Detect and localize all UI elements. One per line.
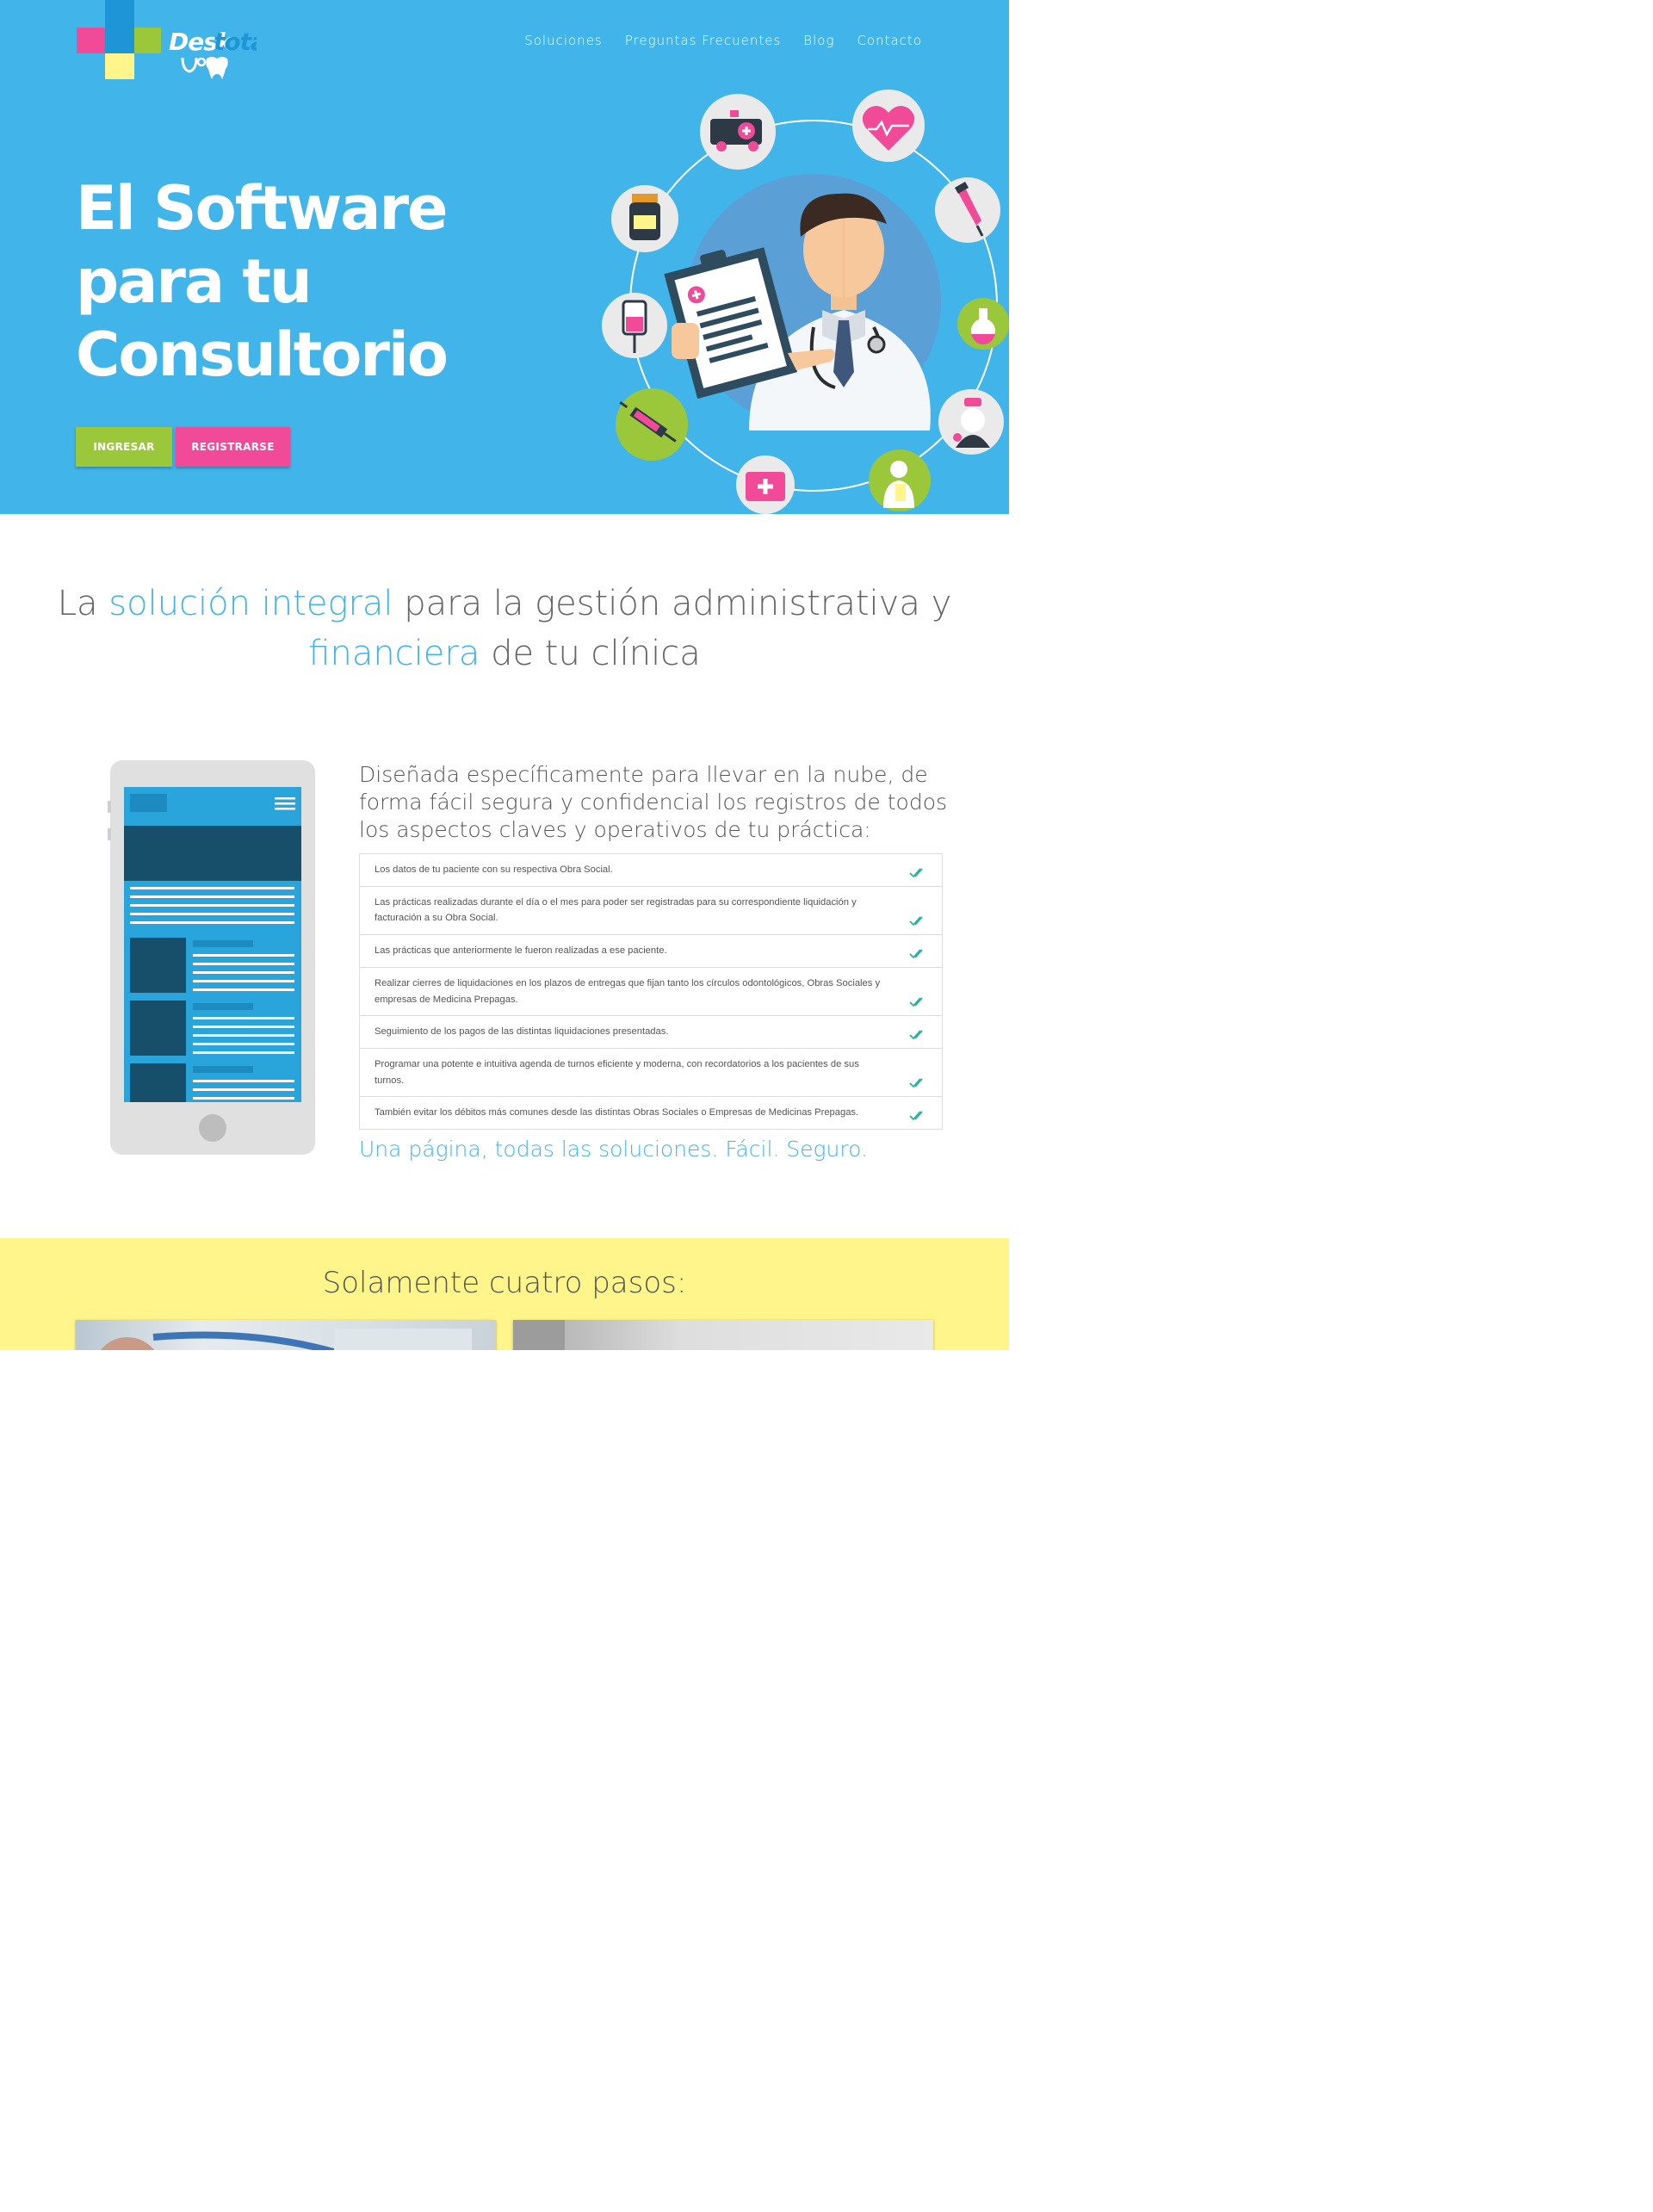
double-check-icon <box>909 1030 923 1040</box>
doctor-illustration <box>602 90 1009 514</box>
pill-bottle-icon <box>611 185 678 252</box>
registrarse-button[interactable]: REGISTRARSE <box>176 427 290 467</box>
features-heading: Diseñada específicamente para llevar en … <box>359 762 948 842</box>
list-item: Realizar cierres de liquidaciones en los… <box>360 968 942 1017</box>
intro-text-3: de tu clínica <box>480 634 701 673</box>
list-item-text: Seguimiento de los pagos de las distinta… <box>375 1026 669 1038</box>
nav-link-soluciones[interactable]: Soluciones <box>524 33 603 48</box>
features-list: Los datos de tu paciente con su respecti… <box>359 853 943 1131</box>
hero-title: El Software para tu Consultorio <box>76 172 449 392</box>
intro-heading: La solución integral para la gestión adm… <box>0 579 1009 678</box>
logo-stethoscope-tooth-icon <box>181 57 228 79</box>
hero-title-line-1: El Software <box>76 173 449 244</box>
double-check-icon <box>909 1111 923 1121</box>
list-item-text: Las prácticas que anteriormente le fuero… <box>375 945 667 957</box>
hero-title-line-3: Consultorio <box>76 319 449 390</box>
main-nav: Soluciones Preguntas Frecuentes Blog Con… <box>502 33 922 48</box>
dropper-icon <box>935 177 1000 243</box>
ingresar-button[interactable]: INGRESAR <box>76 427 172 467</box>
intro-highlight-financiera: financiera <box>308 634 480 673</box>
first-aid-icon <box>736 455 795 514</box>
iv-bag-icon <box>602 293 667 358</box>
list-item: Los datos de tu paciente con su respecti… <box>360 854 942 887</box>
desktotal-logo[interactable]: Desk total <box>76 0 257 82</box>
flask-icon <box>957 298 1009 350</box>
double-check-icon <box>909 868 923 878</box>
heart-rate-icon <box>852 90 925 162</box>
list-item-text: Realizar cierres de liquidaciones en los… <box>375 977 881 1005</box>
hero-title-line-2: para tu <box>76 246 313 317</box>
office-photo-image <box>513 1320 565 1350</box>
steps-title: Solamente cuatro pasos: <box>322 1266 687 1300</box>
intro-text-2: para la gestión administrativa y <box>393 584 952 623</box>
list-item-text: Las prácticas realizadas durante el día … <box>375 896 857 924</box>
ambulance-icon <box>700 94 776 170</box>
double-check-icon <box>909 1078 923 1088</box>
list-item: Seguimiento de los pagos de las distinta… <box>360 1016 942 1049</box>
list-item-text: También evitar los débitos más comunes d… <box>375 1107 859 1118</box>
syringe-icon <box>616 388 688 461</box>
double-check-icon <box>909 916 923 926</box>
hero-section: Desk total Soluciones Preguntas Frecuent… <box>0 0 1009 514</box>
cast-arm-icon <box>869 449 931 511</box>
logo-text-total: total <box>214 28 257 56</box>
list-item: Programar una potente e intuitiva agenda… <box>360 1049 942 1098</box>
list-item-text: Programar una potente e intuitiva agenda… <box>375 1058 859 1086</box>
intro-highlight-solucion-integral: solución integral <box>108 584 393 623</box>
step-card-1-image <box>76 1320 496 1350</box>
step-card-2-image <box>513 1320 933 1350</box>
phone-mockup-illustration <box>108 760 315 1155</box>
list-item: Las prácticas realizadas durante el día … <box>360 887 942 936</box>
list-item: Las prácticas que anteriormente le fuero… <box>360 935 942 968</box>
features-tagline: Una página, todas las soluciones. Fácil.… <box>359 1137 868 1162</box>
doctor-photo-image <box>100 1329 472 1350</box>
list-item: También evitar los débitos más comunes d… <box>360 1097 942 1131</box>
nav-link-contacto[interactable]: Contacto <box>857 33 922 48</box>
intro-text-1: La <box>57 584 109 623</box>
nav-link-preguntas-frecuentes[interactable]: Preguntas Frecuentes <box>625 33 782 48</box>
list-item-text: Los datos de tu paciente con su respecti… <box>375 864 613 875</box>
double-check-icon <box>909 949 923 959</box>
double-check-icon <box>909 997 923 1007</box>
steps-section: Solamente cuatro pasos: <box>0 1238 1009 1350</box>
nav-link-blog[interactable]: Blog <box>803 33 834 48</box>
nurse-icon <box>938 389 1004 455</box>
